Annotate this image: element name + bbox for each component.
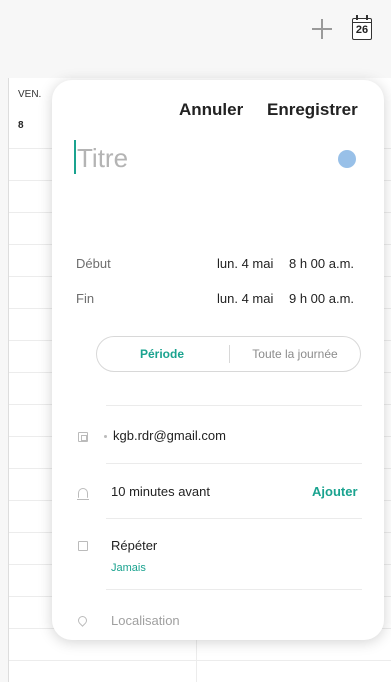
divider [106, 405, 362, 406]
day-name: VEN. [18, 89, 42, 100]
day-number: 8 [18, 120, 24, 131]
cancel-button[interactable]: Annuler [179, 100, 243, 120]
location-pin-icon [76, 614, 89, 627]
start-label: Début [76, 256, 111, 271]
all-day-option[interactable]: Toute la journée [230, 347, 360, 361]
calendar-icon [78, 432, 88, 442]
add-reminder-button[interactable]: Ajouter [312, 484, 358, 499]
repeat-value[interactable]: Jamais [111, 562, 146, 574]
end-date[interactable]: lun. 4 mai [217, 291, 273, 306]
reminder-text[interactable]: 10 minutes avant [111, 484, 210, 499]
divider [106, 518, 362, 519]
end-time[interactable]: 9 h 00 a.m. [289, 291, 354, 306]
period-toggle: Période Toute la journée [96, 336, 361, 372]
end-label: Fin [76, 291, 95, 306]
calendar-today-icon[interactable]: 26 [352, 15, 372, 40]
save-button[interactable]: Enregistrer [267, 100, 358, 120]
divider [106, 463, 362, 464]
bell-icon [77, 488, 89, 500]
plus-icon[interactable] [312, 19, 332, 39]
account-color-dot [104, 435, 107, 438]
title-input[interactable] [77, 142, 317, 174]
text-cursor [74, 140, 76, 174]
color-picker-dot[interactable] [338, 150, 356, 168]
repeat-icon [78, 541, 88, 551]
top-toolbar: 26 [0, 0, 391, 62]
repeat-label[interactable]: Répéter [111, 538, 157, 553]
today-number: 26 [353, 22, 371, 36]
account-selector[interactable]: kgb.rdr@gmail.com [113, 428, 226, 443]
start-date[interactable]: lun. 4 mai [217, 256, 273, 271]
period-option[interactable]: Période [97, 347, 227, 361]
start-time[interactable]: 8 h 00 a.m. [289, 256, 354, 271]
divider [106, 589, 362, 590]
location-field[interactable]: Localisation [111, 613, 180, 628]
event-editor-card: Annuler Enregistrer Début lun. 4 mai 8 h… [52, 80, 384, 640]
